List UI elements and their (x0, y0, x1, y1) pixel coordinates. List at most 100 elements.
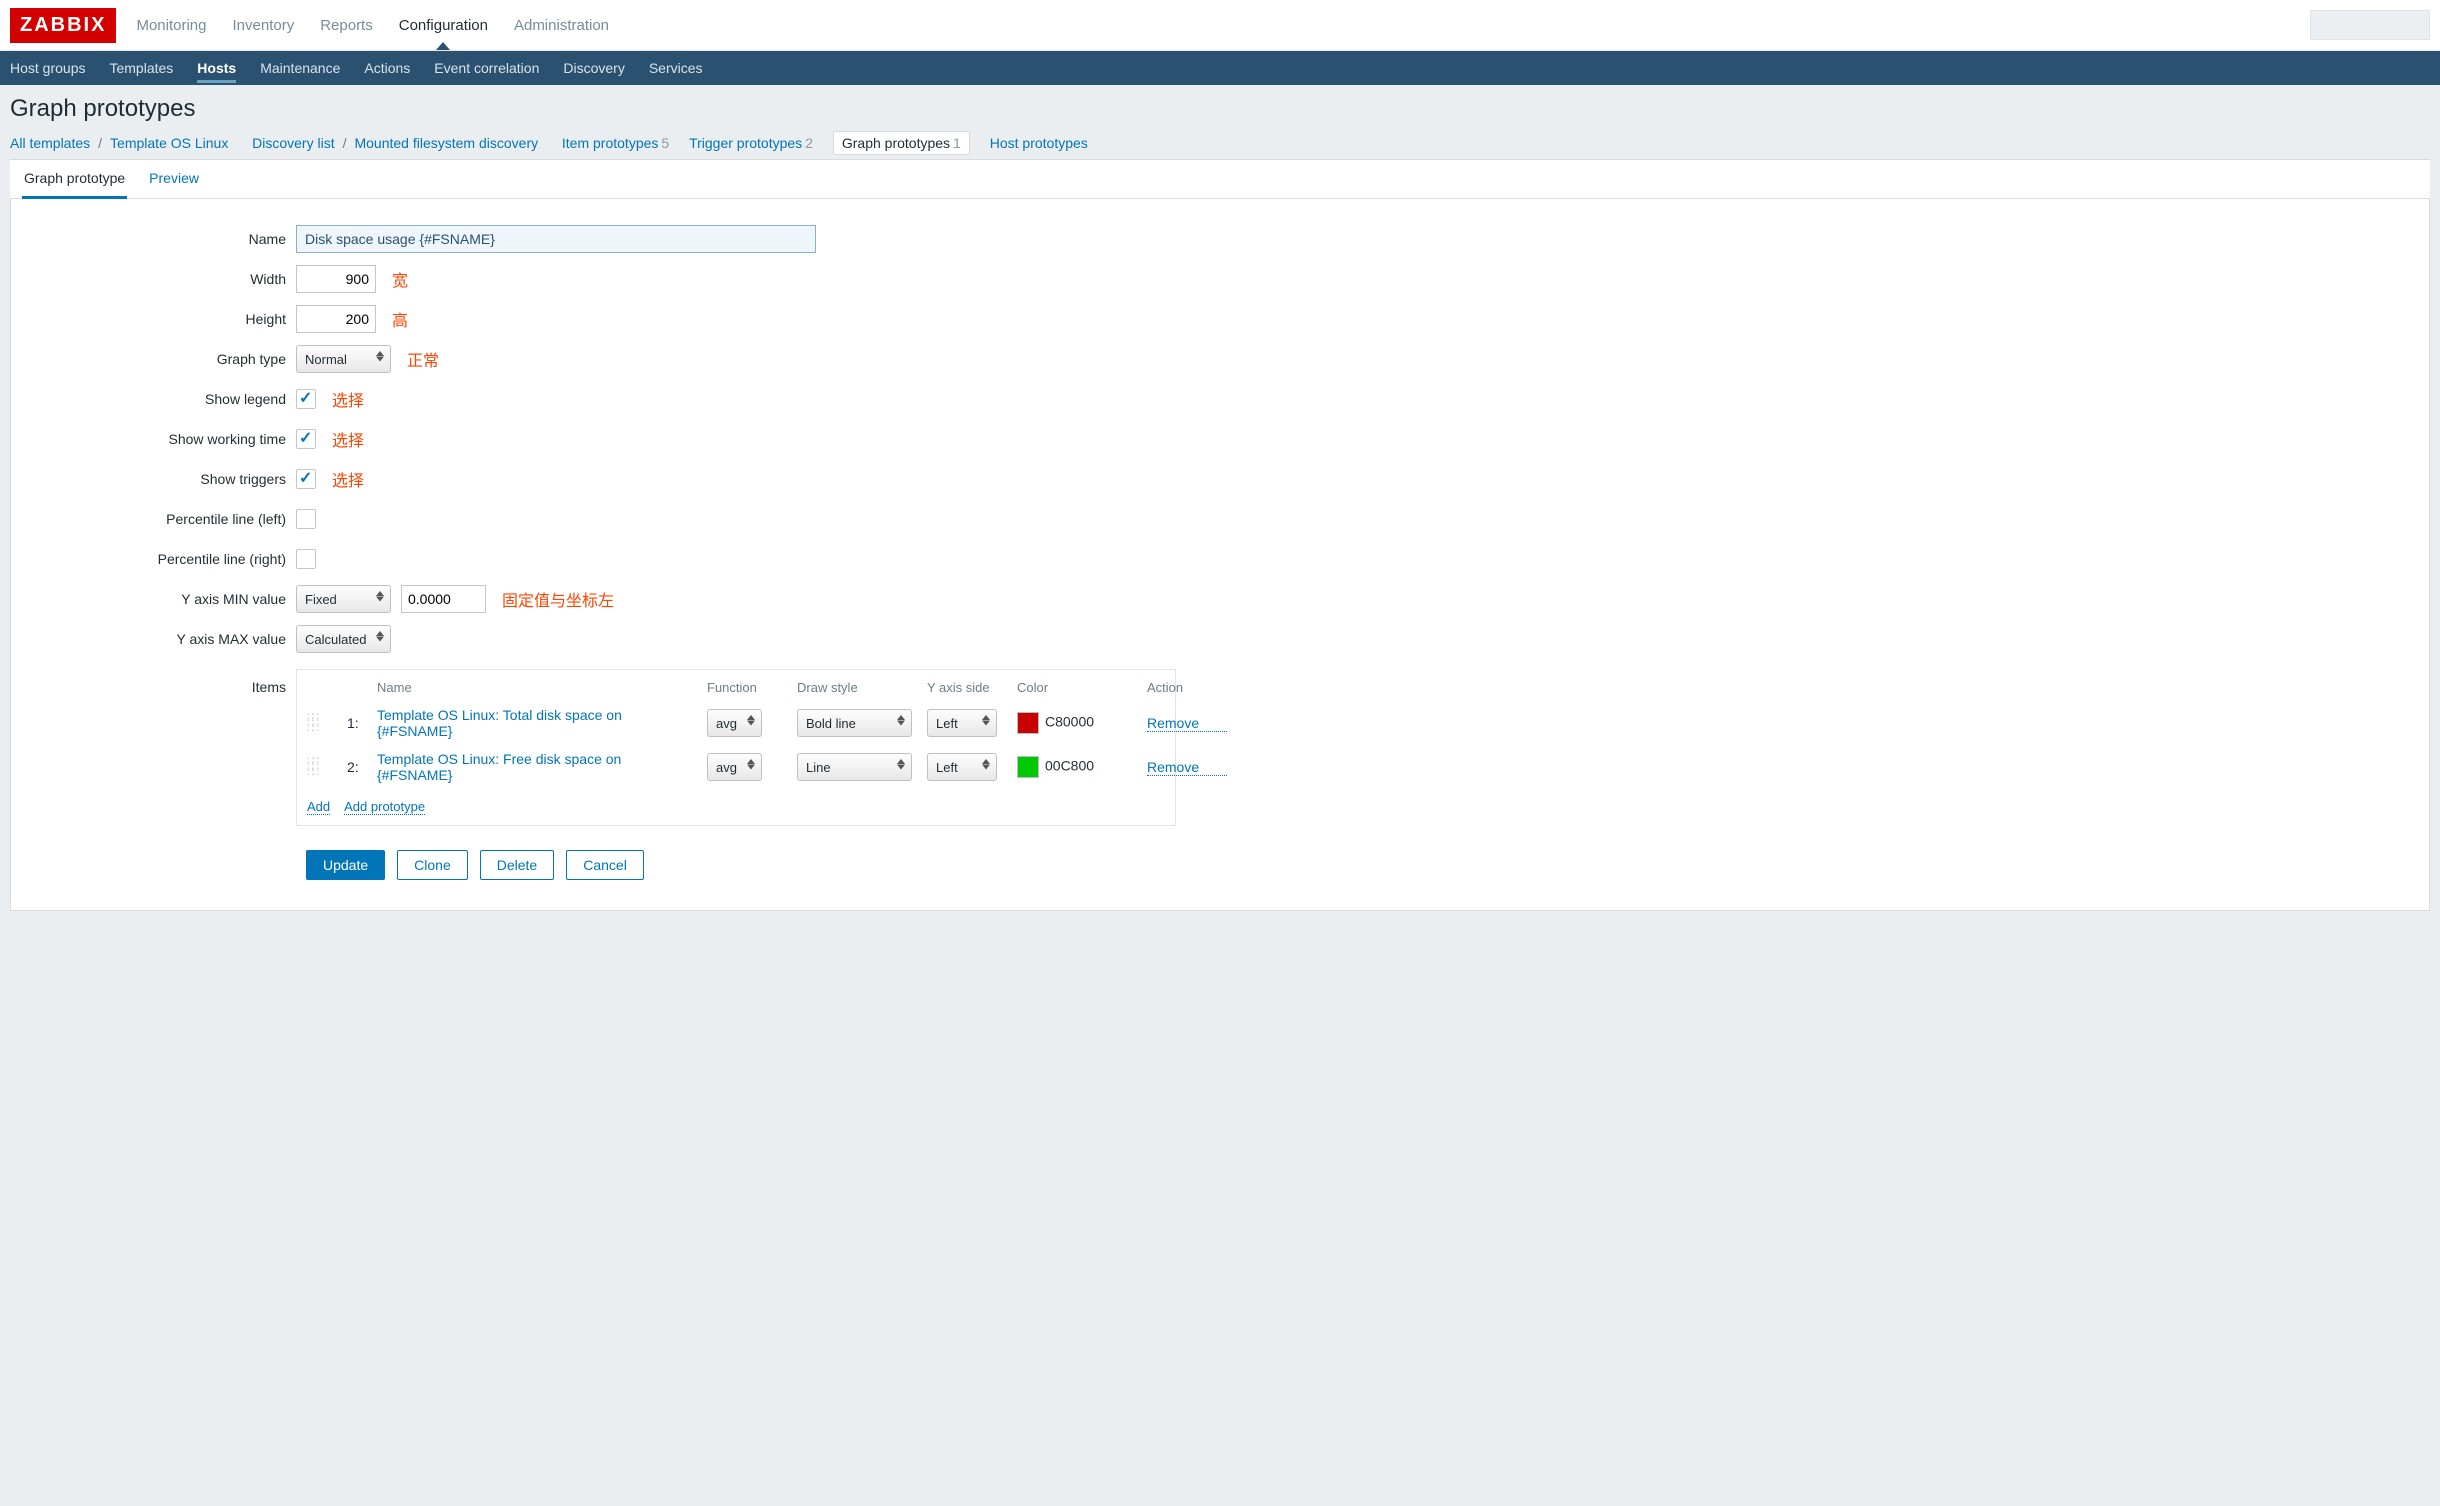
y-max-type-select[interactable]: Calculated (296, 625, 391, 653)
graph-type-select[interactable]: Normal (296, 345, 391, 373)
height-field[interactable] (296, 305, 376, 333)
color-swatch[interactable] (1017, 712, 1039, 734)
col-color: Color (1017, 680, 1137, 695)
subnav-event-correlation[interactable]: Event correlation (434, 53, 539, 83)
label-percentile-left: Percentile line (left) (21, 511, 296, 527)
subnav-hosts[interactable]: Hosts (197, 53, 236, 83)
col-name: Name (377, 680, 697, 695)
function-select[interactable]: avg (707, 709, 762, 737)
subnav-discovery[interactable]: Discovery (563, 53, 624, 83)
row-index: 1: (347, 715, 367, 731)
search-input[interactable] (2310, 10, 2430, 40)
label-items: Items (21, 669, 296, 695)
remove-link[interactable]: Remove (1147, 759, 1227, 776)
label-show-triggers: Show triggers (21, 471, 296, 487)
label-y-min: Y axis MIN value (21, 591, 296, 607)
col-draw-style: Draw style (797, 680, 917, 695)
draw-style-select[interactable]: Line (797, 753, 912, 781)
annotation-graph-type: 正常 (407, 347, 439, 371)
annotation-y-min: 固定值与坐标左 (502, 587, 614, 611)
crumb-template-os-linux[interactable]: Template OS Linux (110, 135, 228, 151)
color-cell: 00C800 (1017, 756, 1137, 778)
drag-handle-icon[interactable]: ∷∷∷∷∷∷ (307, 758, 337, 776)
crumb-host-prototypes[interactable]: Host prototypes (990, 135, 1088, 151)
crumb-discovery-list[interactable]: Discovery list (252, 135, 334, 151)
crumb-graph-prototypes[interactable]: Graph prototypes1 (833, 131, 970, 155)
tab-graph-prototype[interactable]: Graph prototype (22, 160, 127, 199)
row-index: 2: (347, 759, 367, 775)
table-row: ∷∷∷∷∷∷ 1: Template OS Linux: Total disk … (297, 701, 1175, 745)
label-graph-type: Graph type (21, 351, 296, 367)
clone-button[interactable]: Clone (397, 850, 468, 880)
page-title: Graph prototypes (10, 95, 2430, 123)
topbar: ZABBIX Monitoring Inventory Reports Conf… (0, 0, 2440, 51)
page-body: Graph prototypes All templates / Templat… (0, 85, 2440, 1506)
item-name-link[interactable]: Template OS Linux: Total disk space on {… (377, 707, 697, 739)
top-nav: Monitoring Inventory Reports Configurati… (136, 2, 609, 49)
annotation-show-triggers: 选择 (332, 467, 364, 491)
col-function: Function (707, 680, 787, 695)
crumb-item-prototypes[interactable]: Item prototypes5 (562, 135, 669, 151)
percentile-left-checkbox[interactable] (296, 509, 316, 529)
annotation-show-working-time: 选择 (332, 427, 364, 451)
show-legend-checkbox[interactable] (296, 389, 316, 409)
drag-handle-icon[interactable]: ∷∷∷∷∷∷ (307, 714, 337, 732)
item-name-link[interactable]: Template OS Linux: Free disk space on {#… (377, 751, 697, 783)
label-show-working-time: Show working time (21, 431, 296, 447)
subnav-host-groups[interactable]: Host groups (10, 53, 85, 83)
cancel-button[interactable]: Cancel (566, 850, 644, 880)
name-field[interactable] (296, 225, 816, 253)
nav-inventory[interactable]: Inventory (233, 2, 295, 49)
items-table: Name Function Draw style Y axis side Col… (296, 669, 1176, 826)
graph-form: Name Width 宽 Height 高 Gr (11, 199, 2429, 910)
annotation-width: 宽 (392, 267, 408, 291)
width-field[interactable] (296, 265, 376, 293)
tab-preview[interactable]: Preview (147, 160, 201, 198)
nav-monitoring[interactable]: Monitoring (136, 2, 206, 49)
delete-button[interactable]: Delete (480, 850, 554, 880)
y-min-value-field[interactable] (401, 585, 486, 613)
crumb-mounted-fs[interactable]: Mounted filesystem discovery (354, 135, 538, 151)
update-button[interactable]: Update (306, 850, 385, 880)
nav-administration[interactable]: Administration (514, 2, 609, 49)
remove-link[interactable]: Remove (1147, 715, 1227, 732)
draw-style-select[interactable]: Bold line (797, 709, 912, 737)
y-min-type-select[interactable]: Fixed (296, 585, 391, 613)
add-prototype-link[interactable]: Add prototype (344, 799, 425, 815)
label-name: Name (21, 231, 296, 247)
add-link[interactable]: Add (307, 799, 330, 815)
subnav-maintenance[interactable]: Maintenance (260, 53, 340, 83)
crumb-all-templates[interactable]: All templates (10, 135, 90, 151)
label-height: Height (21, 311, 296, 327)
function-select[interactable]: avg (707, 753, 762, 781)
crumb-sep: / (98, 135, 102, 151)
color-swatch[interactable] (1017, 756, 1039, 778)
show-working-time-checkbox[interactable] (296, 429, 316, 449)
subnav-templates[interactable]: Templates (109, 53, 173, 83)
col-action: Action (1147, 680, 1227, 695)
nav-reports[interactable]: Reports (320, 2, 373, 49)
subnav-actions[interactable]: Actions (364, 53, 410, 83)
percentile-right-checkbox[interactable] (296, 549, 316, 569)
y-axis-side-select[interactable]: Left (927, 753, 997, 781)
crumb-sep: / (343, 135, 347, 151)
subnav-services[interactable]: Services (649, 53, 703, 83)
annotation-height: 高 (392, 307, 408, 331)
table-row: ∷∷∷∷∷∷ 2: Template OS Linux: Free disk s… (297, 745, 1175, 789)
crumb-trigger-prototypes[interactable]: Trigger prototypes2 (689, 135, 813, 151)
label-y-max: Y axis MAX value (21, 631, 296, 647)
nav-configuration[interactable]: Configuration (399, 2, 488, 49)
breadcrumb: All templates / Template OS Linux Discov… (10, 131, 2430, 155)
color-value: 00C800 (1045, 758, 1094, 774)
color-value: C80000 (1045, 714, 1094, 730)
form-tabs: Graph prototype Preview (10, 159, 2430, 199)
color-cell: C80000 (1017, 712, 1137, 734)
y-axis-side-select[interactable]: Left (927, 709, 997, 737)
sub-nav: Host groups Templates Hosts Maintenance … (0, 51, 2440, 85)
label-percentile-right: Percentile line (right) (21, 551, 296, 567)
show-triggers-checkbox[interactable] (296, 469, 316, 489)
label-width: Width (21, 271, 296, 287)
action-buttons: Update Clone Delete Cancel (21, 850, 2419, 880)
col-y-axis-side: Y axis side (927, 680, 1007, 695)
annotation-show-legend: 选择 (332, 387, 364, 411)
